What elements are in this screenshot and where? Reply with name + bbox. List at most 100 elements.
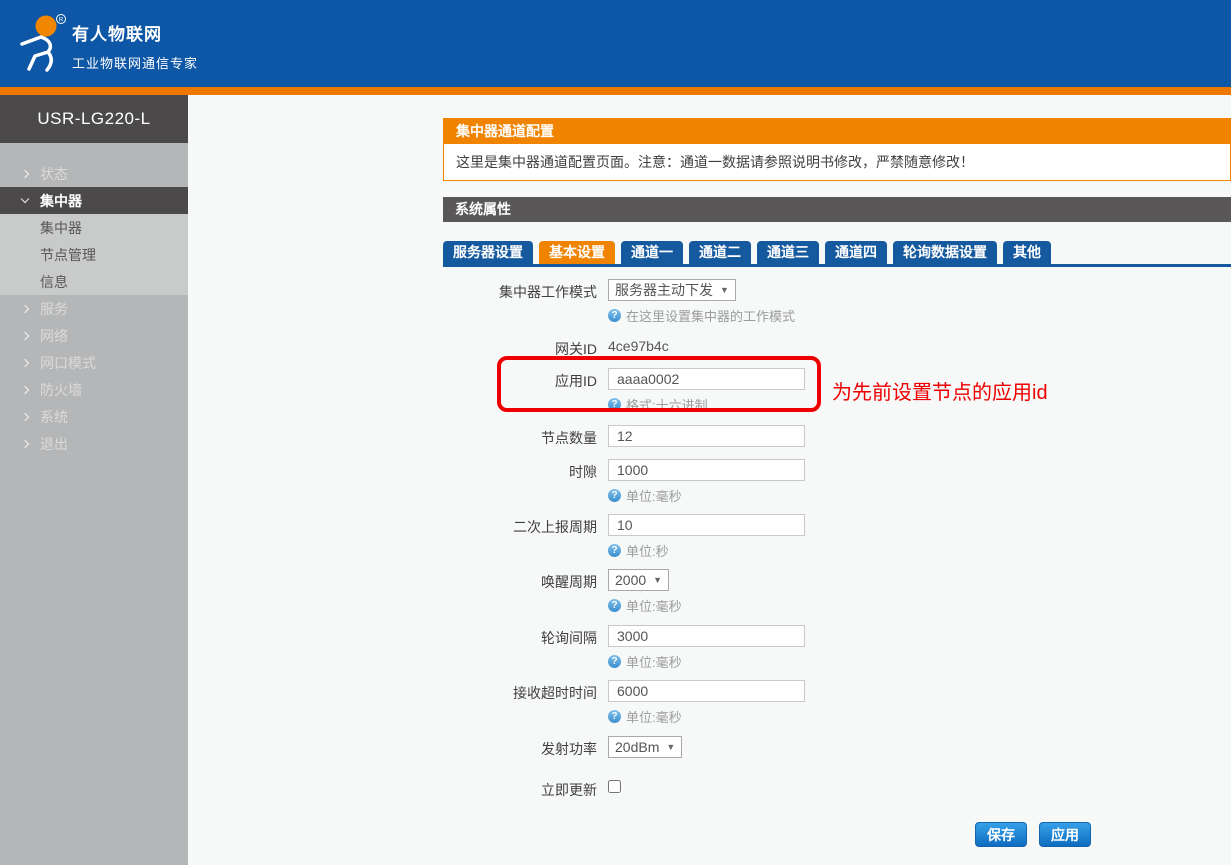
field-label-time-slot: 时隙 xyxy=(443,459,597,505)
sidebar-nav: 状态集中器集中器节点管理信息服务网络网口模式防火墙系统退出 xyxy=(0,143,188,457)
help-line: ? 单位:毫秒 xyxy=(608,707,805,726)
sidebar-item-label: 集中器 xyxy=(40,218,82,238)
sidebar: USR-LG220-L 状态集中器集中器节点管理信息服务网络网口模式防火墙系统退… xyxy=(0,95,188,865)
sidebar-item-label: 信息 xyxy=(40,272,68,292)
form-row-app-id: 应用ID?格式:十六进制为先前设置节点的应用id xyxy=(443,368,1231,414)
help-line: ?单位:毫秒 xyxy=(608,486,805,505)
form-row-work-mode: 集中器工作模式服务器主动下发▼? 在这里设置集中器的工作模式 xyxy=(443,279,1231,325)
help-text: 单位:秒 xyxy=(626,541,669,560)
sidebar-item-concentrator-sub[interactable]: 集中器 xyxy=(0,214,188,241)
chevron-down-icon xyxy=(21,195,29,203)
save-button[interactable]: 保存 xyxy=(975,822,1027,847)
help-text: 单位:毫秒 xyxy=(626,486,682,505)
selected-value: 2000 xyxy=(615,572,646,588)
brand-logo-person-icon: R xyxy=(12,11,70,78)
tab-basic-settings[interactable]: 基本设置 xyxy=(539,241,615,264)
chevron-right-icon xyxy=(21,439,29,447)
tab-channel-1[interactable]: 通道一 xyxy=(621,241,683,264)
help-text: 格式:十六进制 xyxy=(626,395,708,414)
sidebar-item-port-mode[interactable]: 网口模式 xyxy=(0,349,188,376)
tab-bar: 服务器设置基本设置通道一通道二通道三通道四轮询数据设置其他 xyxy=(443,241,1231,264)
selected-value: 服务器主动下发 xyxy=(615,280,713,300)
help-text: 单位:毫秒 xyxy=(626,652,682,671)
settings-form: 集中器工作模式服务器主动下发▼?在这里设置集中器的工作模式网关ID4ce97b4… xyxy=(443,279,1231,800)
field-label-node-count: 节点数量 xyxy=(443,425,597,448)
tab-polling-data[interactable]: 轮询数据设置 xyxy=(893,241,997,264)
form-row-tx-power: 发射功率20dBm▼ xyxy=(443,736,1231,759)
sidebar-item-system[interactable]: 系统 xyxy=(0,403,188,430)
field-control-update-now xyxy=(608,777,621,800)
help-text: 单位:毫秒 xyxy=(626,707,682,726)
field-control-tx-power: 20dBm ▼ xyxy=(608,736,682,759)
sidebar-item-status[interactable]: 状态 xyxy=(0,160,188,187)
sidebar-item-label: 节点管理 xyxy=(40,245,96,265)
help-text: 单位:毫秒 xyxy=(626,596,682,615)
help-icon: ? xyxy=(608,655,621,668)
form-row-time-slot: 时隙 ?单位:毫秒 xyxy=(443,459,1231,505)
field-control-time-slot: ?单位:毫秒 xyxy=(608,459,805,505)
tx-power-select[interactable]: 20dBm ▼ xyxy=(608,736,682,758)
field-control-receive-timeout: ? 单位:毫秒 xyxy=(608,680,805,726)
help-icon: ? xyxy=(608,398,621,411)
sidebar-item-label: 系统 xyxy=(40,407,68,427)
brand-title: 有人物联网 xyxy=(72,20,198,45)
chevron-right-icon xyxy=(21,358,29,366)
sidebar-item-network[interactable]: 网络 xyxy=(0,322,188,349)
app-id-input[interactable] xyxy=(608,368,805,390)
field-label-update-now: 立即更新 xyxy=(443,777,597,800)
tab-channel-3[interactable]: 通道三 xyxy=(757,241,819,264)
tab-other[interactable]: 其他 xyxy=(1003,241,1051,264)
field-label-work-mode: 集中器工作模式 xyxy=(443,279,597,325)
help-icon: ? xyxy=(608,710,621,723)
tab-channel-4[interactable]: 通道四 xyxy=(825,241,887,264)
chevron-right-icon xyxy=(21,385,29,393)
page: R 有人物联网 工业物联网通信专家 USR-LG220-L 状态集中器集中器节点… xyxy=(0,0,1231,865)
sidebar-item-info[interactable]: 信息 xyxy=(0,268,188,295)
time-slot-input[interactable] xyxy=(608,459,805,481)
help-icon: ? xyxy=(608,309,621,322)
tab-underline xyxy=(443,264,1231,267)
tab-channel-2[interactable]: 通道二 xyxy=(689,241,751,264)
receive-timeout-input[interactable] xyxy=(608,680,805,702)
sidebar-item-logout[interactable]: 退出 xyxy=(0,430,188,457)
polling-interval-input[interactable] xyxy=(608,625,805,647)
notice-title: 集中器通道配置 xyxy=(444,119,1230,144)
header-accent-strip xyxy=(0,87,1231,95)
field-label-second-report-cycle: 二次上报周期 xyxy=(443,514,597,560)
action-bar: 保存 应用 xyxy=(963,822,1091,847)
svg-text:R: R xyxy=(59,18,64,24)
form-row-node-count: 节点数量 xyxy=(443,425,1231,448)
form-row-gateway-id: 网关ID4ce97b4c xyxy=(443,336,1231,359)
help-line: ?单位:秒 xyxy=(608,541,805,560)
sidebar-item-concentrator[interactable]: 集中器 xyxy=(0,187,188,214)
help-line: ? 在这里设置集中器的工作模式 xyxy=(608,306,795,325)
sidebar-item-label: 退出 xyxy=(40,434,68,454)
field-label-receive-timeout: 接收超时时间 xyxy=(443,680,597,726)
field-control-work-mode: 服务器主动下发▼? 在这里设置集中器的工作模式 xyxy=(608,279,795,325)
field-control-app-id: ? 格式:十六进制 xyxy=(608,368,805,414)
dropdown-arrow-icon: ▼ xyxy=(653,575,662,585)
help-text: 在这里设置集中器的工作模式 xyxy=(626,306,795,325)
form-row-wake-cycle: 唤醒周期2000▼?单位:毫秒 xyxy=(443,569,1231,615)
help-line: ?单位:毫秒 xyxy=(608,596,682,615)
field-control-gateway-id: 4ce97b4c xyxy=(608,336,669,359)
work-mode-select[interactable]: 服务器主动下发▼ xyxy=(608,279,736,301)
brand-subtitle: 工业物联网通信专家 xyxy=(72,53,198,72)
gateway-id-value: 4ce97b4c xyxy=(608,336,669,354)
update-now-checkbox[interactable] xyxy=(608,780,621,793)
selected-value: 20dBm xyxy=(615,739,659,755)
wake-cycle-select[interactable]: 2000 ▼ xyxy=(608,569,669,591)
device-name: USR-LG220-L xyxy=(0,95,188,143)
sidebar-item-firewall[interactable]: 防火墙 xyxy=(0,376,188,403)
sidebar-item-node-management[interactable]: 节点管理 xyxy=(0,241,188,268)
section-title: 系统属性 xyxy=(443,197,1231,222)
second-report-cycle-input[interactable] xyxy=(608,514,805,536)
form-row-polling-interval: 轮询间隔?单位:毫秒 xyxy=(443,625,1231,671)
node-count-input[interactable] xyxy=(608,425,805,447)
brand-block: 有人物联网 工业物联网通信专家 xyxy=(72,20,198,72)
sidebar-item-label: 防火墙 xyxy=(40,380,82,400)
apply-button[interactable]: 应用 xyxy=(1039,822,1091,847)
dropdown-arrow-icon: ▼ xyxy=(666,742,675,752)
tab-server-settings[interactable]: 服务器设置 xyxy=(443,241,533,264)
sidebar-item-service[interactable]: 服务 xyxy=(0,295,188,322)
